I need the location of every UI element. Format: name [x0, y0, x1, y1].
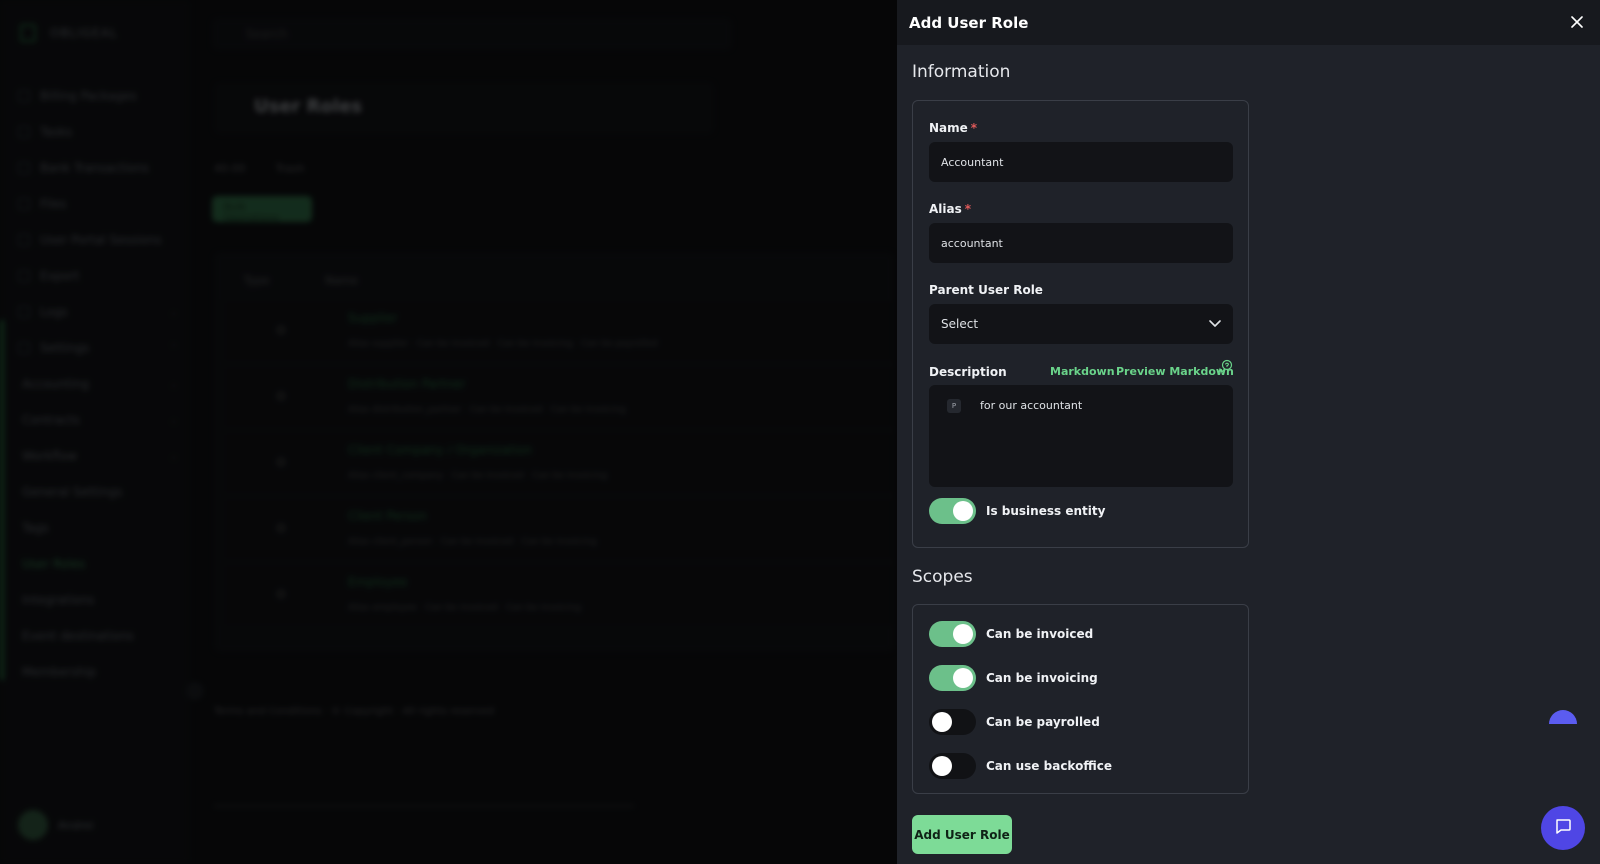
description-text: for our accountant: [980, 399, 1083, 412]
required-mark: *: [964, 202, 972, 216]
modal-backdrop[interactable]: [0, 0, 900, 864]
add-user-role-button[interactable]: Add User Role: [912, 815, 1012, 854]
name-label: Name *: [929, 121, 977, 135]
alias-label: Alias *: [929, 202, 971, 216]
chevron-down-icon: [1209, 317, 1221, 331]
business-entity-row: Is business entity: [929, 498, 1105, 524]
chat-icon: [1554, 817, 1572, 839]
parent-role-select[interactable]: Select: [929, 304, 1233, 344]
scope-row: Can be invoicing: [929, 665, 1098, 691]
can-use-backoffice-label: Can use backoffice: [986, 759, 1112, 773]
chat-button[interactable]: [1541, 806, 1585, 850]
close-icon[interactable]: [1568, 13, 1586, 31]
description-label: Description: [929, 365, 1007, 379]
paragraph-tag: P: [947, 399, 961, 413]
scope-row: Can be invoiced: [929, 621, 1093, 647]
business-entity-toggle[interactable]: [929, 498, 976, 524]
drawer-header: Add User Role: [897, 0, 1600, 45]
can-be-invoiced-toggle[interactable]: [929, 621, 976, 647]
can-be-payrolled-label: Can be payrolled: [986, 715, 1100, 729]
alias-label-text: Alias: [929, 202, 962, 216]
can-be-invoiced-label: Can be invoiced: [986, 627, 1094, 641]
scopes-card: Can be invoiced Can be invoicing Can be …: [912, 604, 1249, 794]
required-mark: *: [970, 121, 978, 135]
add-user-role-drawer: Add User Role Information Name* Alias* P…: [897, 0, 1600, 864]
can-be-invoicing-toggle[interactable]: [929, 665, 976, 691]
description-editor[interactable]: P for our accountant: [929, 385, 1233, 487]
can-be-payrolled-toggle[interactable]: [929, 709, 976, 735]
parent-role-label: Parent User Role: [929, 283, 1043, 297]
information-card: Name* Alias* Parent User Role Select Des…: [912, 100, 1249, 548]
scope-row: Can use backoffice: [929, 753, 1112, 779]
can-use-backoffice-toggle[interactable]: [929, 753, 976, 779]
name-label-text: Name: [929, 121, 968, 135]
business-entity-label: Is business entity: [986, 504, 1106, 518]
parent-role-selected: Select: [941, 317, 979, 331]
section-title-scopes: Scopes: [912, 567, 973, 587]
help-icon[interactable]: [1216, 359, 1234, 375]
can-be-invoicing-label: Can be invoicing: [986, 671, 1098, 685]
name-input[interactable]: [929, 142, 1233, 182]
drawer-title: Add User Role: [909, 13, 1029, 32]
section-title-information: Information: [912, 62, 1011, 82]
markdown-link[interactable]: Markdown: [1050, 365, 1115, 378]
alias-input[interactable]: [929, 223, 1233, 263]
scope-row: Can be payrolled: [929, 709, 1100, 735]
